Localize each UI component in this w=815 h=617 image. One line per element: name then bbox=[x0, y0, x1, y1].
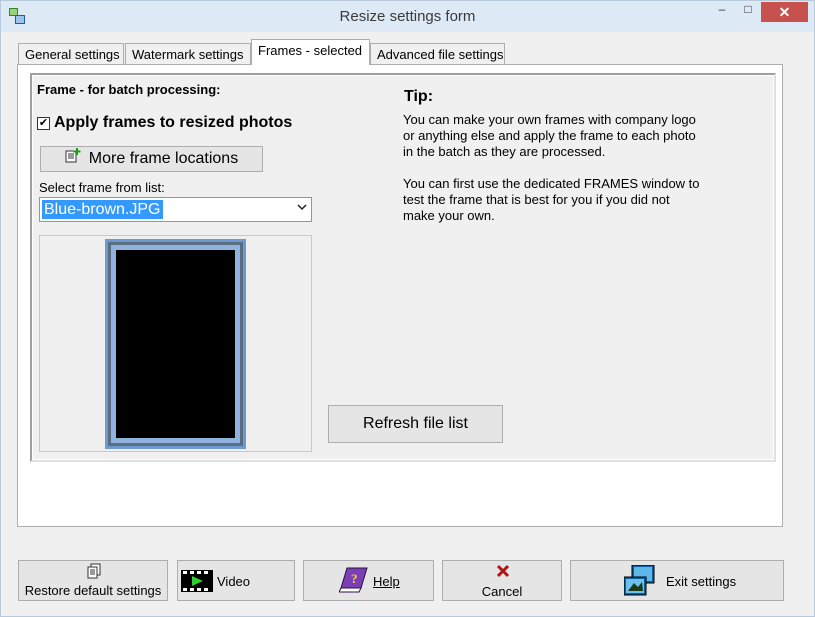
help-book-icon: ? bbox=[338, 566, 369, 597]
svg-text:?: ? bbox=[351, 571, 358, 586]
exit-settings-button[interactable]: Exit settings bbox=[570, 560, 784, 601]
minimize-button[interactable]: – bbox=[709, 2, 735, 22]
tip-line: in the batch as they are processed. bbox=[403, 144, 606, 159]
video-clapper-icon bbox=[181, 570, 213, 595]
tip-title: Tip: bbox=[404, 88, 434, 105]
tab-watermark-settings[interactable]: Watermark settings bbox=[125, 43, 251, 64]
restore-icon bbox=[87, 563, 103, 582]
add-document-icon bbox=[65, 147, 83, 171]
tab-general-settings[interactable]: General settings bbox=[18, 43, 124, 64]
tip-line: test the frame that is best for you if y… bbox=[403, 192, 670, 207]
help-label: Help bbox=[373, 574, 400, 589]
tip-text: You can make your own frames with compan… bbox=[403, 112, 723, 224]
tab-frames[interactable]: Frames - selected bbox=[251, 39, 370, 65]
frame-select-dropdown[interactable]: Blue-brown.JPG bbox=[39, 197, 312, 222]
apply-frames-checkbox[interactable]: ✔ bbox=[37, 117, 50, 130]
tip-line: or anything else and apply the frame to … bbox=[403, 128, 696, 143]
restore-label: Restore default settings bbox=[24, 583, 162, 598]
restore-default-settings-button[interactable]: Restore default settings bbox=[18, 560, 168, 601]
frame-preview-image bbox=[105, 239, 246, 449]
refresh-file-list-button[interactable]: Refresh file list bbox=[328, 405, 503, 443]
exit-label: Exit settings bbox=[666, 574, 737, 589]
frame-preview bbox=[39, 235, 312, 452]
chevron-down-icon[interactable] bbox=[297, 202, 307, 214]
cancel-label: Cancel bbox=[481, 584, 523, 599]
video-button[interactable]: Video bbox=[177, 560, 295, 601]
maximize-button[interactable]: □ bbox=[735, 2, 761, 22]
frame-select-value: Blue-brown.JPG bbox=[42, 200, 163, 219]
more-frame-locations-button[interactable]: More frame locations bbox=[40, 146, 263, 172]
close-button[interactable]: ✕ bbox=[761, 2, 808, 22]
more-frame-locations-label: More frame locations bbox=[88, 150, 239, 168]
apply-frames-label[interactable]: Apply frames to resized photos bbox=[54, 114, 292, 132]
select-frame-label: Select frame from list: bbox=[39, 180, 165, 195]
window-title: Resize settings form bbox=[339, 8, 476, 25]
resize-settings-window: Resize settings form – □ ✕ General setti… bbox=[0, 0, 815, 617]
help-button[interactable]: ? Help bbox=[303, 560, 434, 601]
tab-advanced-file-settings[interactable]: Advanced file settings bbox=[370, 43, 505, 64]
exit-icon bbox=[623, 564, 656, 600]
close-x-icon bbox=[496, 564, 510, 581]
frame-group-title: Frame - for batch processing: bbox=[37, 82, 221, 97]
tip-line: You can make your own frames with compan… bbox=[403, 112, 696, 127]
tip-line: make your own. bbox=[403, 208, 495, 223]
cancel-button[interactable]: Cancel bbox=[442, 560, 562, 601]
title-bar: Resize settings form – □ ✕ bbox=[1, 1, 814, 32]
video-label: Video bbox=[217, 574, 251, 589]
tip-line: You can first use the dedicated FRAMES w… bbox=[403, 176, 700, 191]
